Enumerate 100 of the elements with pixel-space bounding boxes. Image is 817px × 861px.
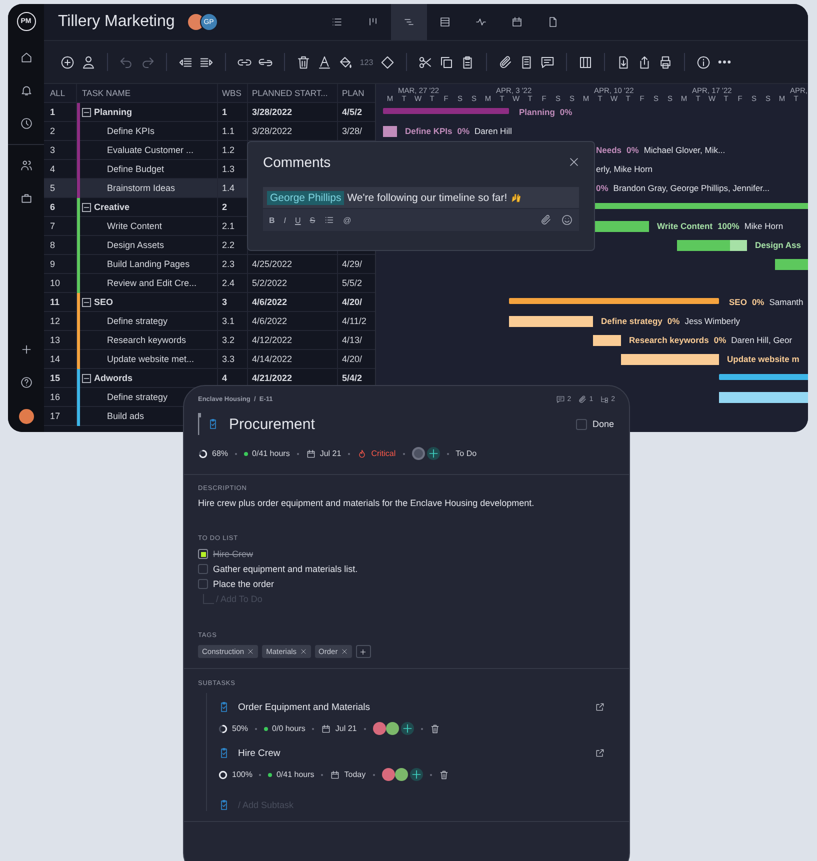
collapse-icon[interactable] bbox=[82, 374, 91, 382]
briefcase-icon[interactable] bbox=[20, 192, 32, 205]
paperclip-icon[interactable] bbox=[540, 214, 552, 226]
assignee-avatar[interactable] bbox=[394, 768, 408, 781]
emoji-icon[interactable] bbox=[561, 214, 573, 226]
add-assignee-icon[interactable] bbox=[400, 722, 414, 735]
progress-ring bbox=[198, 448, 208, 458]
copy-icon bbox=[439, 54, 454, 70]
add-assignee-icon[interactable] bbox=[410, 768, 423, 781]
format-button[interactable]: I bbox=[284, 216, 286, 224]
remove-icon[interactable] bbox=[340, 648, 348, 655]
calendar-icon bbox=[321, 724, 332, 734]
task-row[interactable]: 13 Research keywords 3.2 4/12/2022 4/13/ bbox=[44, 331, 375, 350]
todo-checkbox[interactable] bbox=[198, 579, 208, 589]
bar-percent: 0% bbox=[626, 145, 639, 156]
home-icon[interactable] bbox=[20, 51, 32, 64]
more-icon bbox=[718, 60, 731, 64]
priority[interactable]: Critical bbox=[371, 449, 396, 458]
format-button[interactable]: B bbox=[269, 216, 275, 224]
assignee-avatar[interactable] bbox=[412, 447, 425, 460]
start-date-cell: 4/25/2022 bbox=[248, 254, 338, 274]
info-icon bbox=[696, 54, 711, 70]
wbs-cell: 1.1 bbox=[218, 122, 248, 140]
status[interactable]: To Do bbox=[456, 449, 477, 458]
column-header[interactable]: PLAN bbox=[338, 84, 375, 102]
subtask-title[interactable]: Order Equipment and Materials bbox=[238, 702, 370, 712]
board-view-icon bbox=[367, 16, 379, 28]
bar-assignees: Mike Horn bbox=[744, 221, 784, 232]
start-date-cell: 4/14/2022 bbox=[248, 350, 338, 368]
hours: 0/0 hours bbox=[272, 724, 306, 733]
calendar-view-icon bbox=[511, 16, 523, 28]
bar-percent: 0% bbox=[560, 107, 572, 118]
start-date-cell: 3/28/2022 bbox=[248, 102, 338, 122]
task-row[interactable]: 9 Build Landing Pages 2.3 4/25/2022 4/29/ bbox=[44, 255, 375, 274]
add-tag-button[interactable] bbox=[356, 645, 371, 658]
bullet-list-icon[interactable] bbox=[324, 215, 334, 225]
bell-icon[interactable] bbox=[20, 84, 32, 97]
redo-icon bbox=[140, 54, 155, 70]
project-title: Tillery Marketing bbox=[58, 13, 175, 31]
user-avatar[interactable] bbox=[18, 409, 34, 424]
bar-task-name: Design Ass bbox=[755, 240, 801, 251]
number-format-button[interactable]: 123 bbox=[356, 58, 377, 66]
format-button[interactable]: S bbox=[310, 216, 316, 224]
end-date-cell-text: 5/4/2 bbox=[341, 372, 364, 384]
task-bar[interactable] bbox=[593, 221, 649, 232]
task-row[interactable]: 11 SEO 3 4/6/2022 4/20/ bbox=[44, 293, 375, 312]
task-row[interactable]: 10 Review and Edit Cre... 2.4 5/2/2022 5/5/2 bbox=[44, 274, 375, 293]
assignee-avatar[interactable] bbox=[386, 722, 399, 735]
bar-task-name: Research keywords bbox=[629, 335, 709, 346]
bar-percent: 0% bbox=[752, 297, 764, 308]
due-date[interactable]: Jul 21 bbox=[335, 724, 357, 733]
open-external-icon[interactable] bbox=[595, 702, 605, 712]
due-date[interactable]: Today bbox=[344, 770, 366, 779]
add-icon[interactable] bbox=[20, 343, 32, 356]
status-dot bbox=[268, 772, 272, 776]
assignee-avatar[interactable] bbox=[382, 768, 395, 781]
collapse-icon[interactable] bbox=[82, 298, 91, 306]
done-checkbox[interactable] bbox=[576, 418, 588, 430]
list-view-icon bbox=[331, 16, 343, 28]
dashboard-view-icon bbox=[475, 16, 487, 28]
columns-icon bbox=[578, 54, 593, 70]
help-icon[interactable] bbox=[20, 376, 32, 389]
task-name: Build Landing Pages bbox=[107, 258, 190, 271]
clock-icon[interactable] bbox=[20, 117, 32, 130]
subtasks-icon bbox=[600, 395, 610, 404]
progress-percent: 50% bbox=[232, 724, 248, 733]
task-row[interactable]: 12 Define strategy 3.1 4/6/2022 4/11/2 bbox=[44, 312, 375, 331]
mention-button[interactable]: @ bbox=[343, 216, 352, 224]
hours: 0/41 hours bbox=[276, 770, 314, 779]
todo-text: Gather equipment and materials list. bbox=[213, 564, 358, 574]
task-row[interactable]: 1 Planning 1 3/28/2022 4/5/2 bbox=[44, 103, 375, 122]
subtask-title[interactable]: Hire Crew bbox=[238, 748, 280, 758]
progress-ring bbox=[218, 724, 228, 734]
remove-icon[interactable] bbox=[300, 648, 307, 655]
todo-text: Place the order bbox=[213, 579, 274, 589]
column-header[interactable]: WBS bbox=[218, 84, 248, 102]
delete-icon[interactable] bbox=[438, 770, 449, 780]
collapse-icon[interactable] bbox=[82, 202, 91, 212]
assignee-avatar[interactable] bbox=[372, 722, 386, 735]
delete-icon[interactable] bbox=[430, 724, 440, 734]
format-button[interactable]: U bbox=[295, 216, 301, 224]
end-date-cell-text: 4/11/2 bbox=[341, 314, 368, 328]
collapse-icon[interactable] bbox=[82, 108, 91, 116]
bar-percent: 0% bbox=[457, 126, 470, 137]
due-date[interactable]: Jul 21 bbox=[320, 449, 342, 458]
column-header[interactable]: ALL bbox=[44, 84, 77, 102]
column-header[interactable]: TASK NAME bbox=[77, 84, 218, 102]
remove-icon[interactable] bbox=[247, 648, 254, 655]
add-assignee-icon[interactable] bbox=[426, 447, 440, 460]
todo-checkbox[interactable] bbox=[198, 564, 208, 574]
mention-tag[interactable]: George Phillips bbox=[267, 190, 344, 204]
task-row[interactable]: 14 Update website met... 3.3 4/14/2022 4/20/ bbox=[44, 350, 375, 369]
close-icon[interactable] bbox=[568, 156, 580, 168]
column-header[interactable]: PLANNED START... bbox=[248, 84, 338, 102]
start-date-cell: 4/12/2022 bbox=[248, 330, 338, 350]
undo-icon bbox=[119, 54, 134, 70]
comment-editor[interactable]: George Phillips We're following our timeline so far! B I U S @ bbox=[263, 187, 579, 231]
people-icon[interactable] bbox=[20, 159, 32, 172]
open-external-icon[interactable] bbox=[595, 748, 605, 758]
todo-checkbox[interactable] bbox=[198, 549, 208, 559]
